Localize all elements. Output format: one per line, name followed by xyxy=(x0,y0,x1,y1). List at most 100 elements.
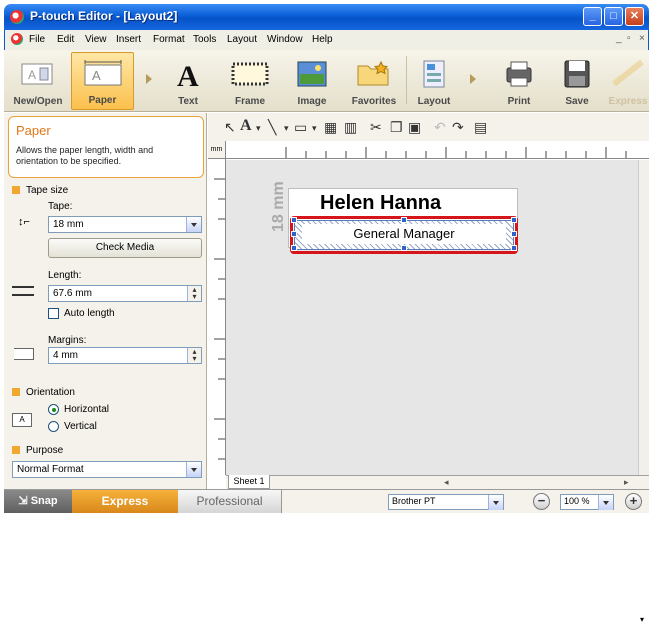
label-title-text[interactable]: General Manager xyxy=(302,224,506,244)
minimize-button[interactable]: _ xyxy=(583,7,602,26)
sheet-tab[interactable]: Sheet 1 xyxy=(228,475,270,489)
mdi-minimize-button[interactable]: _ xyxy=(616,33,622,44)
ribbon-scroll-right-icon[interactable] xyxy=(470,74,476,84)
save-label: Save xyxy=(565,96,589,107)
zoom-value: 100 % xyxy=(564,496,590,506)
undo-icon[interactable]: ↶ xyxy=(434,119,446,136)
dropdown-arrow-icon[interactable]: ▾ xyxy=(256,123,261,134)
menu-file[interactable]: File xyxy=(29,34,45,45)
resize-handle[interactable] xyxy=(291,231,297,237)
layout-button[interactable]: Layout xyxy=(409,52,459,110)
redo-icon[interactable]: ↷ xyxy=(452,119,464,136)
express-ribbon-button[interactable]: Express xyxy=(607,52,649,110)
paste-icon[interactable]: ▣ xyxy=(408,119,421,136)
chevron-down-icon[interactable] xyxy=(186,462,201,477)
save-button[interactable]: Save xyxy=(552,52,602,110)
favorites-label: Favorites xyxy=(351,96,397,107)
resize-handle[interactable] xyxy=(401,217,407,223)
chevron-down-icon[interactable] xyxy=(488,495,503,510)
horizontal-radio[interactable] xyxy=(48,404,59,415)
menu-edit[interactable]: Edit xyxy=(57,34,74,45)
menu-format[interactable]: Format xyxy=(153,34,185,45)
close-button[interactable]: ✕ xyxy=(625,7,644,26)
resize-handle[interactable] xyxy=(291,245,297,251)
check-media-button[interactable]: Check Media xyxy=(48,238,202,258)
printer-select[interactable]: Brother PT xyxy=(388,494,504,510)
menu-view[interactable]: View xyxy=(85,34,107,45)
margins-input[interactable]: 4 mm ▴ ▾ xyxy=(48,347,202,364)
line-tool-icon[interactable]: ╲ xyxy=(268,119,276,136)
resize-handle[interactable] xyxy=(511,217,517,223)
menu-help[interactable]: Help xyxy=(312,34,333,45)
resize-handle[interactable] xyxy=(511,245,517,251)
zoom-select[interactable]: 100 % xyxy=(560,494,614,510)
margins-label: Margins: xyxy=(48,335,87,346)
resize-handle[interactable] xyxy=(401,245,407,251)
sheet-scroll-left-icon[interactable]: ◂ xyxy=(444,477,449,488)
snap-button[interactable]: ⇲ Snap xyxy=(4,490,72,513)
purpose-select[interactable]: Normal Format xyxy=(12,461,202,478)
dropdown-arrow-icon[interactable]: ▾ xyxy=(284,123,289,134)
draw-toolbar: ↖ A ▾ ╲ ▾ ▭ ▾ ▦ ▥ ✂ ❐ ▣ ↶ ↷ ▤ xyxy=(208,113,649,141)
zoom-in-icon[interactable]: + xyxy=(625,493,642,510)
professional-mode-button[interactable]: Professional xyxy=(178,490,282,513)
new-open-icon: A xyxy=(21,63,53,85)
new-open-button[interactable]: A New/Open xyxy=(6,52,70,110)
resize-handle[interactable] xyxy=(511,231,517,237)
sheet-scroll-right-icon[interactable]: ▸ xyxy=(624,477,629,488)
title-bar: P-touch Editor - [Layout2] _ □ ✕ xyxy=(4,4,649,30)
text-icon: A xyxy=(177,60,199,90)
layout-label: Layout xyxy=(417,96,451,107)
length-label: Length: xyxy=(48,270,82,281)
image-label: Image xyxy=(297,96,327,107)
vertical-scrollbar[interactable]: ▾ xyxy=(638,160,649,624)
paper-label: Paper xyxy=(88,95,117,106)
properties-icon[interactable]: ▤ xyxy=(474,119,487,136)
margins-spinner[interactable]: ▴ ▾ xyxy=(187,348,201,363)
cut-icon[interactable]: ✂ xyxy=(370,119,382,136)
table-tool-icon[interactable]: ▦ xyxy=(324,119,337,136)
tape-size-header-label: Tape size xyxy=(26,185,69,196)
select-arrow-icon[interactable]: ↖ xyxy=(224,119,236,136)
favorites-button[interactable]: Favorites xyxy=(344,52,404,110)
mdi-restore-button[interactable]: ▫ xyxy=(627,33,631,44)
panel-info-box: Paper Allows the paper length, width and… xyxy=(8,116,204,178)
length-spinner[interactable]: ▴ ▾ xyxy=(187,286,201,301)
ribbon-scroll-left-icon[interactable] xyxy=(146,74,152,84)
resize-handle[interactable] xyxy=(291,217,297,223)
maximize-button[interactable]: □ xyxy=(604,7,623,26)
barcode-tool-icon[interactable]: ▥ xyxy=(344,119,357,136)
orientation-header: Orientation xyxy=(12,387,75,398)
mdi-close-button[interactable]: × xyxy=(639,33,645,44)
paper-icon: A xyxy=(84,60,121,86)
label-name-text[interactable]: Helen Hanna xyxy=(320,192,441,215)
copy-icon[interactable]: ❐ xyxy=(390,119,403,136)
favorites-folder-icon xyxy=(357,60,389,86)
chevron-down-icon[interactable] xyxy=(598,495,613,510)
scroll-down-icon[interactable]: ▾ xyxy=(640,615,644,624)
zoom-out-icon[interactable]: − xyxy=(533,493,550,510)
menu-window[interactable]: Window xyxy=(267,34,303,45)
image-button[interactable]: Image xyxy=(284,52,340,110)
paper-button[interactable]: A Paper xyxy=(71,52,134,110)
auto-length-checkbox[interactable] xyxy=(48,308,59,319)
menu-layout[interactable]: Layout xyxy=(227,34,257,45)
length-input[interactable]: 67.6 mm ▴ ▾ xyxy=(48,285,202,302)
horizontal-ruler xyxy=(226,141,649,159)
print-button[interactable]: Print xyxy=(494,52,544,110)
ribbon-toolbar: A New/Open A Paper A Text Frame Image Fa… xyxy=(4,50,649,112)
text-button[interactable]: A Text xyxy=(162,52,214,110)
margins-value: 4 mm xyxy=(53,350,78,361)
menu-insert[interactable]: Insert xyxy=(116,34,141,45)
chevron-down-icon[interactable] xyxy=(186,217,201,232)
text-tool-icon[interactable]: A xyxy=(240,117,252,135)
dropdown-arrow-icon[interactable]: ▾ xyxy=(312,123,317,134)
express-mode-button[interactable]: Express xyxy=(72,490,178,513)
rectangle-tool-icon[interactable]: ▭ xyxy=(294,119,307,136)
tape-size-header: Tape size xyxy=(12,185,68,196)
tape-select[interactable]: 18 mm xyxy=(48,216,202,233)
menu-tools[interactable]: Tools xyxy=(193,34,216,45)
vertical-radio[interactable] xyxy=(48,421,59,432)
express-ribbon-label: Express xyxy=(608,96,648,107)
frame-button[interactable]: Frame xyxy=(222,52,278,110)
